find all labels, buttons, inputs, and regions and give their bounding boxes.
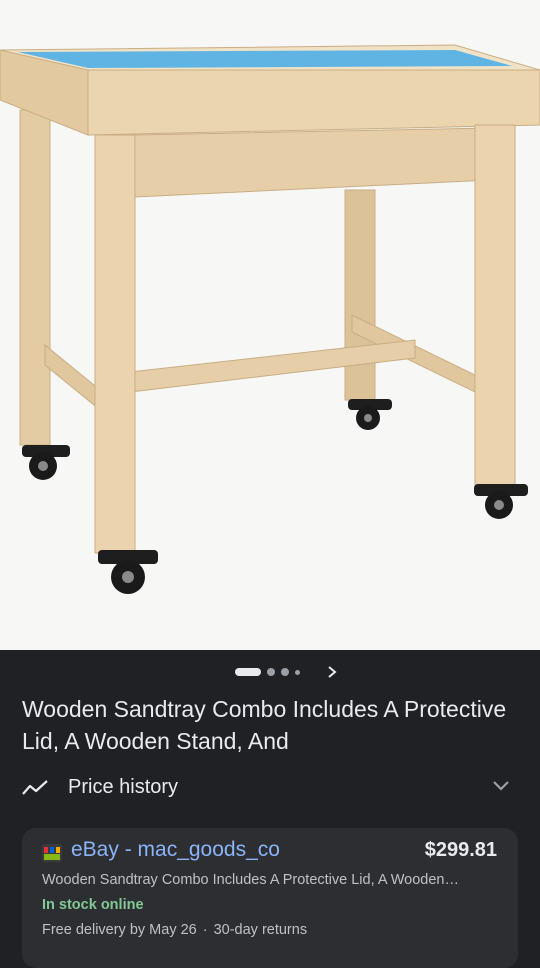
- delivery-text: Free delivery by May 26: [42, 922, 197, 938]
- product-image[interactable]: [0, 0, 540, 650]
- carousel-dots: [235, 668, 300, 676]
- caster-front-right: [474, 484, 528, 519]
- trend-line-icon: [22, 780, 48, 795]
- price-history-row[interactable]: Price history: [0, 770, 540, 810]
- carousel-dot[interactable]: [281, 668, 289, 676]
- offer-price: $299.81: [424, 839, 497, 861]
- chevron-right-icon: [328, 666, 337, 678]
- caster-front-left: [98, 550, 158, 594]
- caster-back-right: [348, 399, 392, 430]
- image-carousel-pager: [0, 660, 540, 684]
- seller-link[interactable]: eBay - mac_goods_co: [71, 838, 280, 862]
- price-history-label: Price history: [68, 776, 179, 798]
- carousel-dot-active[interactable]: [235, 668, 261, 676]
- ebay-favicon-icon: [42, 844, 62, 862]
- caster-back-left: [22, 445, 70, 480]
- carousel-dot[interactable]: [295, 669, 300, 675]
- sandtray-table-illustration: [0, 44, 540, 594]
- product-title: Wooden Sandtray Combo Includes A Protect…: [22, 696, 507, 754]
- chevron-down-icon[interactable]: [492, 780, 510, 792]
- delivery-info: Free delivery by May 26 · 30-day returns: [42, 922, 307, 938]
- next-image-button[interactable]: [322, 662, 342, 682]
- offer-description: Wooden Sandtray Combo Includes A Protect…: [42, 872, 459, 888]
- offer-card[interactable]: eBay - mac_goods_co $299.81 Wooden Sandt…: [22, 828, 518, 968]
- returns-text: 30-day returns: [213, 922, 308, 938]
- carousel-dot[interactable]: [267, 668, 275, 676]
- separator: ·: [202, 922, 208, 938]
- stock-status: In stock online: [42, 897, 144, 913]
